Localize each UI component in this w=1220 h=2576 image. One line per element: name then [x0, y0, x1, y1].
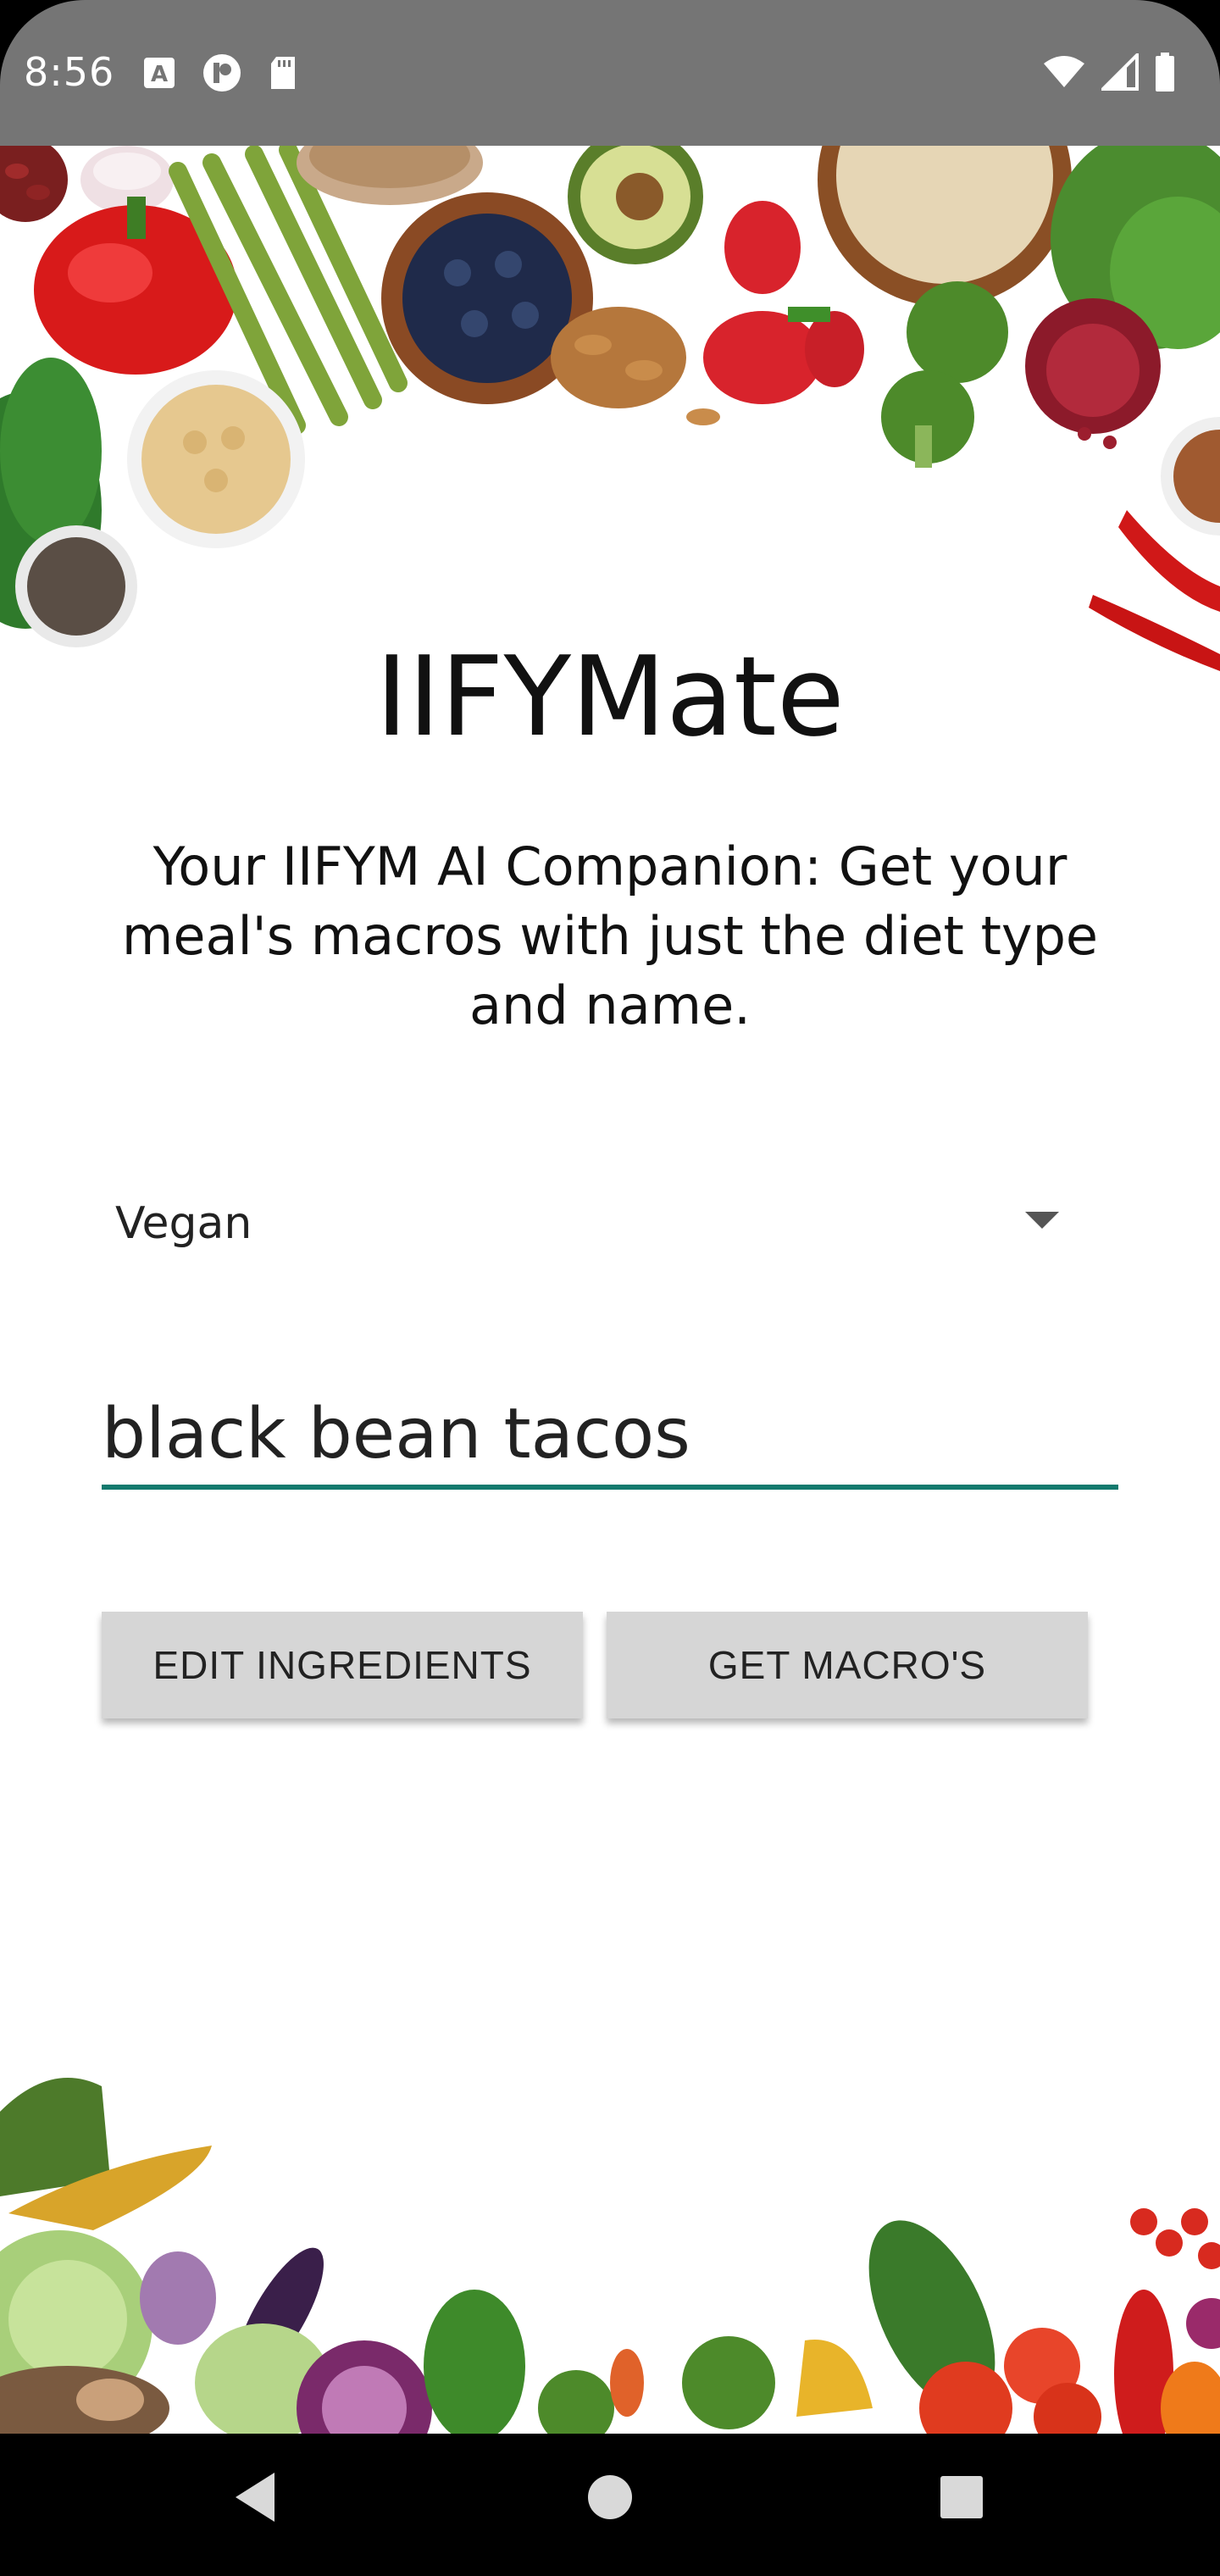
device-frame: 8:56 A IIFYMate Your IIFYM AI Companion:… [0, 0, 1220, 2576]
meal-name-input[interactable] [102, 1383, 1118, 1490]
get-macros-button[interactable]: GET MACRO'S [607, 1612, 1088, 1718]
diet-type-spinner[interactable]: Vegan [102, 1188, 1084, 1256]
signal-icon [1101, 53, 1139, 91]
recents-icon[interactable] [935, 2468, 986, 2527]
battery-icon [1156, 53, 1174, 92]
home-icon[interactable] [585, 2468, 635, 2527]
wifi-icon [1044, 56, 1084, 87]
dropdown-arrow-icon [1025, 1212, 1059, 1229]
status-icons-right [1042, 53, 1176, 92]
app-screen: IIFYMate Your IIFYM AI Companion: Get yo… [0, 146, 1220, 2434]
sd-card-icon [271, 57, 295, 89]
edit-ingredients-button[interactable]: EDIT INGREDIENTS [102, 1612, 583, 1718]
app-subtitle: Your IIFYM AI Companion: Get your meal's… [121, 836, 1099, 1036]
top-food-border-image [0, 146, 1220, 671]
navigation-bar [0, 2434, 1220, 2576]
svg-text:A: A [151, 62, 168, 87]
app-title: IIFYMate [375, 632, 845, 761]
a-badge-icon: A [144, 58, 175, 88]
status-time: 8:56 [24, 49, 115, 95]
bottom-food-border-image [0, 2078, 1220, 2434]
status-bar: 8:56 A [0, 0, 1220, 146]
back-icon[interactable] [230, 2468, 281, 2527]
circle-p-icon [203, 54, 241, 92]
status-icons-left: A [142, 53, 298, 93]
diet-type-selected: Vegan [115, 1198, 252, 1249]
